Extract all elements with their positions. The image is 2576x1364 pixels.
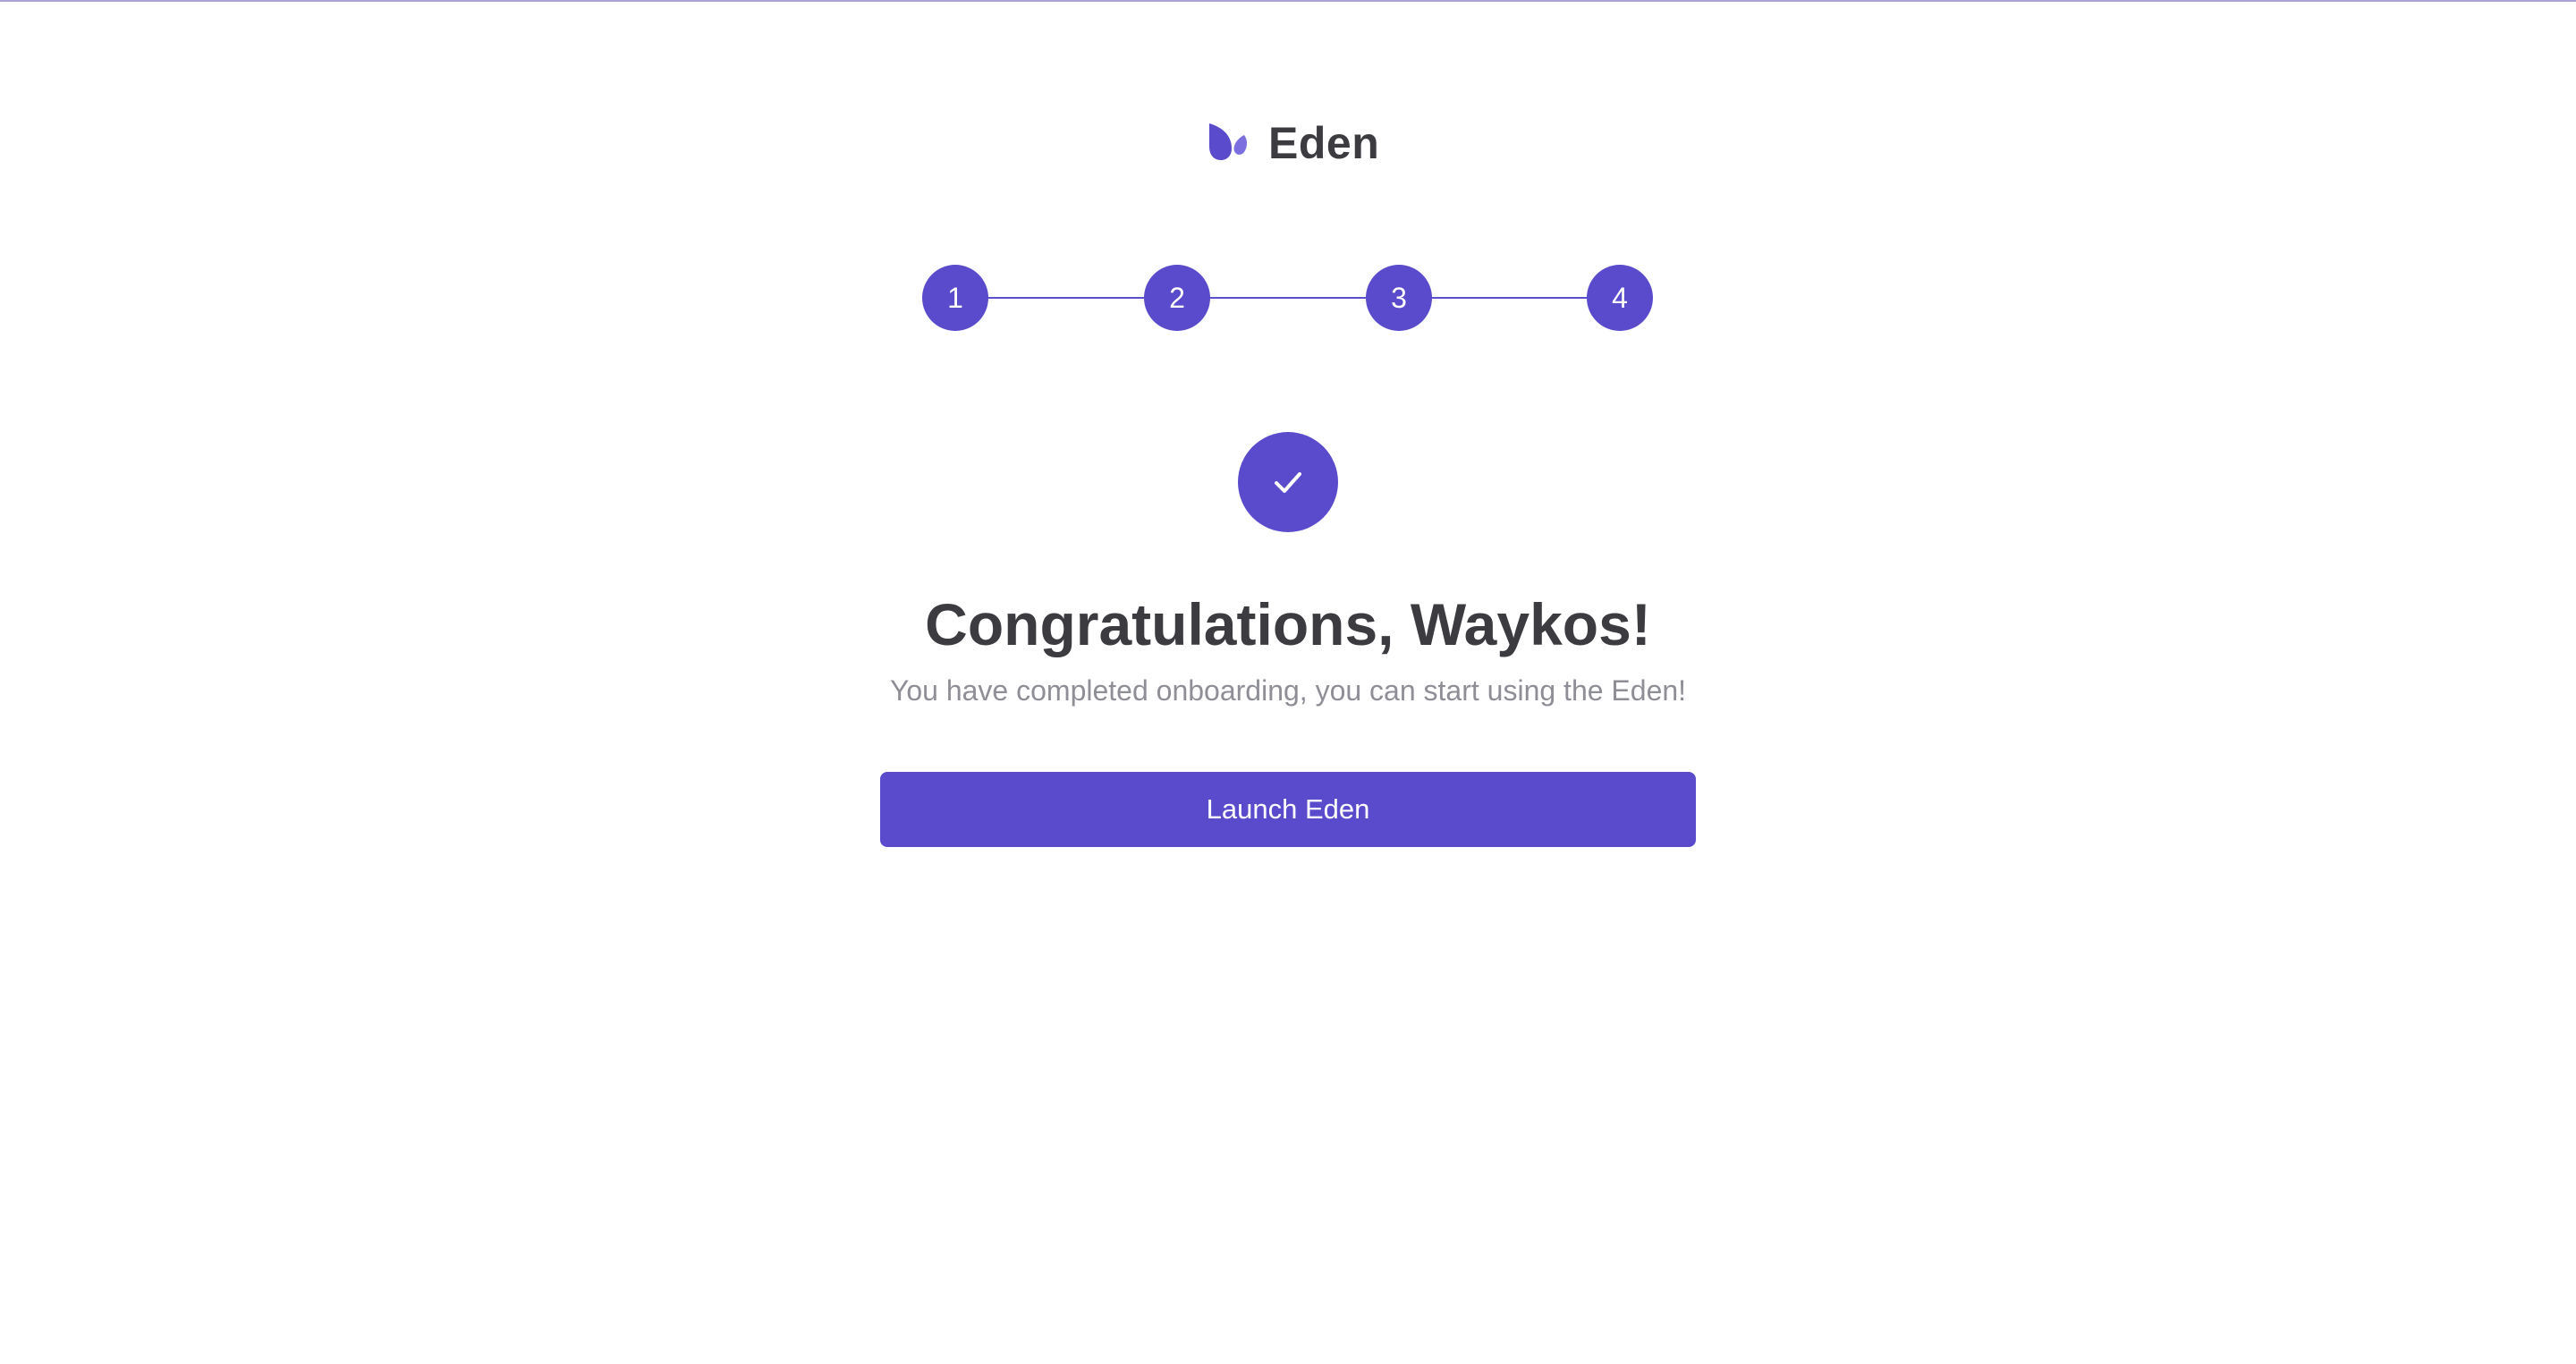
step-3: 3 [1366,265,1432,331]
page-subtitle: You have completed onboarding, you can s… [889,674,1687,707]
step-connector [1208,297,1366,299]
brand-header: Eden [1208,114,1379,172]
onboarding-stepper: 1 2 3 4 [922,265,1653,331]
brand-name: Eden [1268,118,1380,168]
step-connector [1430,297,1588,299]
page-title: Congratulations, Waykos! [925,591,1651,657]
step-4: 4 [1587,265,1653,331]
checkmark-icon [1275,472,1301,493]
step-connector [987,297,1144,299]
launch-eden-button[interactable]: Launch Eden [880,772,1696,847]
top-divider [0,0,2576,2]
step-1: 1 [922,265,988,331]
step-2: 2 [1144,265,1210,331]
success-badge [1238,432,1338,532]
leaf-logo-icon [1209,123,1247,160]
